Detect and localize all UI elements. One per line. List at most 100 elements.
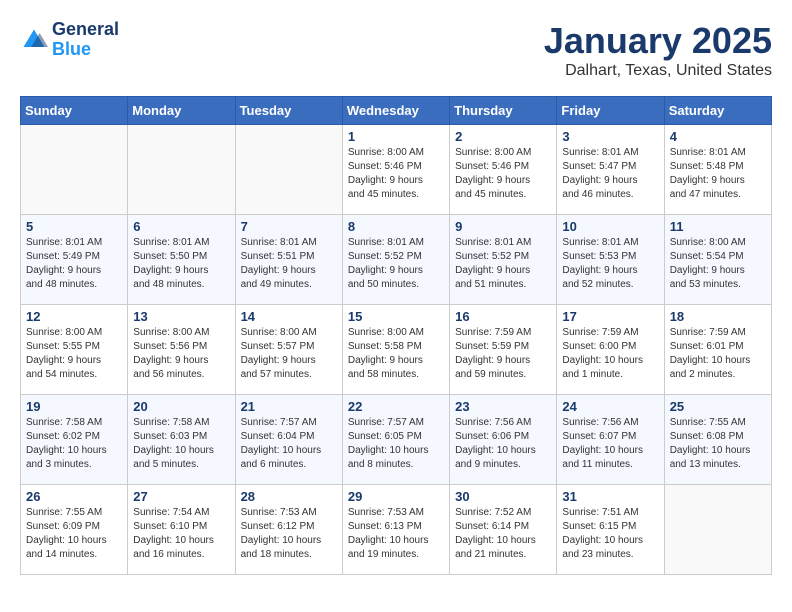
calendar-cell: 4 Sunrise: 8:01 AM Sunset: 5:48 PM Daylig… (664, 125, 771, 215)
day-number: 9 (455, 219, 551, 234)
calendar-body: 1 Sunrise: 8:00 AM Sunset: 5:46 PM Daylig… (21, 125, 772, 575)
calendar-header: SundayMondayTuesdayWednesdayThursdayFrid… (21, 97, 772, 125)
day-info: Sunrise: 8:01 AM Sunset: 5:48 PM Dayligh… (670, 146, 766, 202)
week-row-2: 5 Sunrise: 8:01 AM Sunset: 5:49 PM Daylig… (21, 215, 772, 305)
day-number: 30 (455, 489, 551, 504)
calendar-cell: 26Sunrise: 7:55 AM Sunset: 6:09 PM Dayli… (21, 485, 128, 575)
day-info: Sunrise: 8:01 AM Sunset: 5:52 PM Dayligh… (455, 236, 551, 292)
day-number: 14 (241, 309, 337, 324)
calendar-cell: 2 Sunrise: 8:00 AM Sunset: 5:46 PM Daylig… (450, 125, 557, 215)
day-info: Sunrise: 7:56 AM Sunset: 6:06 PM Dayligh… (455, 416, 551, 472)
weekday-header-sunday: Sunday (21, 97, 128, 125)
day-number: 6 (133, 219, 229, 234)
day-number: 4 (670, 129, 766, 144)
day-number: 15 (348, 309, 444, 324)
day-number: 22 (348, 399, 444, 414)
day-info: Sunrise: 8:00 AM Sunset: 5:46 PM Dayligh… (455, 146, 551, 202)
calendar-cell: 18 Sunrise: 7:59 AM Sunset: 6:01 PM Dayli… (664, 305, 771, 395)
day-info: Sunrise: 7:54 AM Sunset: 6:10 PM Dayligh… (133, 506, 229, 562)
calendar-cell: 27Sunrise: 7:54 AM Sunset: 6:10 PM Dayli… (128, 485, 235, 575)
day-number: 3 (562, 129, 658, 144)
day-number: 23 (455, 399, 551, 414)
day-info: Sunrise: 7:55 AM Sunset: 6:08 PM Dayligh… (670, 416, 766, 472)
day-info: Sunrise: 8:00 AM Sunset: 5:54 PM Dayligh… (670, 236, 766, 292)
logo-icon (20, 26, 48, 54)
calendar-cell: 15 Sunrise: 8:00 AM Sunset: 5:58 PM Dayli… (342, 305, 449, 395)
day-info: Sunrise: 8:00 AM Sunset: 5:58 PM Dayligh… (348, 326, 444, 382)
page-header: General Blue January 2025 Dalhart, Texas… (20, 20, 772, 80)
day-info: Sunrise: 7:58 AM Sunset: 6:02 PM Dayligh… (26, 416, 122, 472)
day-info: Sunrise: 7:53 AM Sunset: 6:13 PM Dayligh… (348, 506, 444, 562)
day-info: Sunrise: 7:53 AM Sunset: 6:12 PM Dayligh… (241, 506, 337, 562)
day-number: 10 (562, 219, 658, 234)
calendar-cell: 13Sunrise: 8:00 AM Sunset: 5:56 PM Dayli… (128, 305, 235, 395)
weekday-header-monday: Monday (128, 97, 235, 125)
day-info: Sunrise: 7:55 AM Sunset: 6:09 PM Dayligh… (26, 506, 122, 562)
week-row-4: 19 Sunrise: 7:58 AM Sunset: 6:02 PM Dayli… (21, 395, 772, 485)
day-info: Sunrise: 8:01 AM Sunset: 5:49 PM Dayligh… (26, 236, 122, 292)
day-info: Sunrise: 8:01 AM Sunset: 5:52 PM Dayligh… (348, 236, 444, 292)
calendar-cell: 23 Sunrise: 7:56 AM Sunset: 6:06 PM Dayli… (450, 395, 557, 485)
calendar-cell: 30 Sunrise: 7:52 AM Sunset: 6:14 PM Dayli… (450, 485, 557, 575)
day-info: Sunrise: 8:01 AM Sunset: 5:47 PM Dayligh… (562, 146, 658, 202)
calendar-title: January 2025 (544, 20, 772, 62)
day-info: Sunrise: 7:52 AM Sunset: 6:14 PM Dayligh… (455, 506, 551, 562)
calendar-cell: 14 Sunrise: 8:00 AM Sunset: 5:57 PM Dayli… (235, 305, 342, 395)
calendar-cell: 6 Sunrise: 8:01 AM Sunset: 5:50 PM Daylig… (128, 215, 235, 305)
day-number: 1 (348, 129, 444, 144)
calendar-cell: 5 Sunrise: 8:01 AM Sunset: 5:49 PM Daylig… (21, 215, 128, 305)
day-info: Sunrise: 8:01 AM Sunset: 5:51 PM Dayligh… (241, 236, 337, 292)
day-number: 18 (670, 309, 766, 324)
day-number: 7 (241, 219, 337, 234)
calendar-cell: 17 Sunrise: 7:59 AM Sunset: 6:00 PM Dayli… (557, 305, 664, 395)
week-row-3: 12Sunrise: 8:00 AM Sunset: 5:55 PM Dayli… (21, 305, 772, 395)
day-number: 19 (26, 399, 122, 414)
day-info: Sunrise: 7:59 AM Sunset: 6:01 PM Dayligh… (670, 326, 766, 382)
day-info: Sunrise: 8:00 AM Sunset: 5:56 PM Dayligh… (133, 326, 229, 382)
day-number: 2 (455, 129, 551, 144)
calendar-cell (128, 125, 235, 215)
day-number: 21 (241, 399, 337, 414)
calendar-cell: 16 Sunrise: 7:59 AM Sunset: 5:59 PM Dayli… (450, 305, 557, 395)
day-info: Sunrise: 7:57 AM Sunset: 6:05 PM Dayligh… (348, 416, 444, 472)
day-number: 24 (562, 399, 658, 414)
weekday-header-saturday: Saturday (664, 97, 771, 125)
calendar-cell: 11 Sunrise: 8:00 AM Sunset: 5:54 PM Dayli… (664, 215, 771, 305)
calendar-cell: 25 Sunrise: 7:55 AM Sunset: 6:08 PM Dayli… (664, 395, 771, 485)
logo-line2: Blue (52, 40, 119, 60)
day-info: Sunrise: 8:01 AM Sunset: 5:50 PM Dayligh… (133, 236, 229, 292)
day-number: 8 (348, 219, 444, 234)
week-row-1: 1 Sunrise: 8:00 AM Sunset: 5:46 PM Daylig… (21, 125, 772, 215)
day-info: Sunrise: 7:59 AM Sunset: 5:59 PM Dayligh… (455, 326, 551, 382)
calendar-table: SundayMondayTuesdayWednesdayThursdayFrid… (20, 96, 772, 575)
day-number: 20 (133, 399, 229, 414)
day-number: 11 (670, 219, 766, 234)
day-number: 17 (562, 309, 658, 324)
calendar-cell: 19 Sunrise: 7:58 AM Sunset: 6:02 PM Dayli… (21, 395, 128, 485)
calendar-cell: 1Sunrise: 8:00 AM Sunset: 5:46 PM Daylig… (342, 125, 449, 215)
calendar-cell: 8 Sunrise: 8:01 AM Sunset: 5:52 PM Daylig… (342, 215, 449, 305)
day-info: Sunrise: 7:59 AM Sunset: 6:00 PM Dayligh… (562, 326, 658, 382)
day-number: 16 (455, 309, 551, 324)
logo: General Blue (20, 20, 119, 60)
day-info: Sunrise: 7:58 AM Sunset: 6:03 PM Dayligh… (133, 416, 229, 472)
day-info: Sunrise: 8:01 AM Sunset: 5:53 PM Dayligh… (562, 236, 658, 292)
calendar-cell (21, 125, 128, 215)
calendar-cell: 10 Sunrise: 8:01 AM Sunset: 5:53 PM Dayli… (557, 215, 664, 305)
day-number: 5 (26, 219, 122, 234)
day-number: 12 (26, 309, 122, 324)
weekday-header-wednesday: Wednesday (342, 97, 449, 125)
day-number: 31 (562, 489, 658, 504)
calendar-cell: 31Sunrise: 7:51 AM Sunset: 6:15 PM Dayli… (557, 485, 664, 575)
day-info: Sunrise: 8:00 AM Sunset: 5:57 PM Dayligh… (241, 326, 337, 382)
day-number: 25 (670, 399, 766, 414)
calendar-cell: 12Sunrise: 8:00 AM Sunset: 5:55 PM Dayli… (21, 305, 128, 395)
week-row-5: 26Sunrise: 7:55 AM Sunset: 6:09 PM Dayli… (21, 485, 772, 575)
calendar-subtitle: Dalhart, Texas, United States (544, 62, 772, 80)
day-number: 28 (241, 489, 337, 504)
calendar-cell: 3 Sunrise: 8:01 AM Sunset: 5:47 PM Daylig… (557, 125, 664, 215)
calendar-cell: 7 Sunrise: 8:01 AM Sunset: 5:51 PM Daylig… (235, 215, 342, 305)
day-info: Sunrise: 7:57 AM Sunset: 6:04 PM Dayligh… (241, 416, 337, 472)
logo-text: General Blue (52, 20, 119, 60)
title-block: January 2025 Dalhart, Texas, United Stat… (544, 20, 772, 80)
